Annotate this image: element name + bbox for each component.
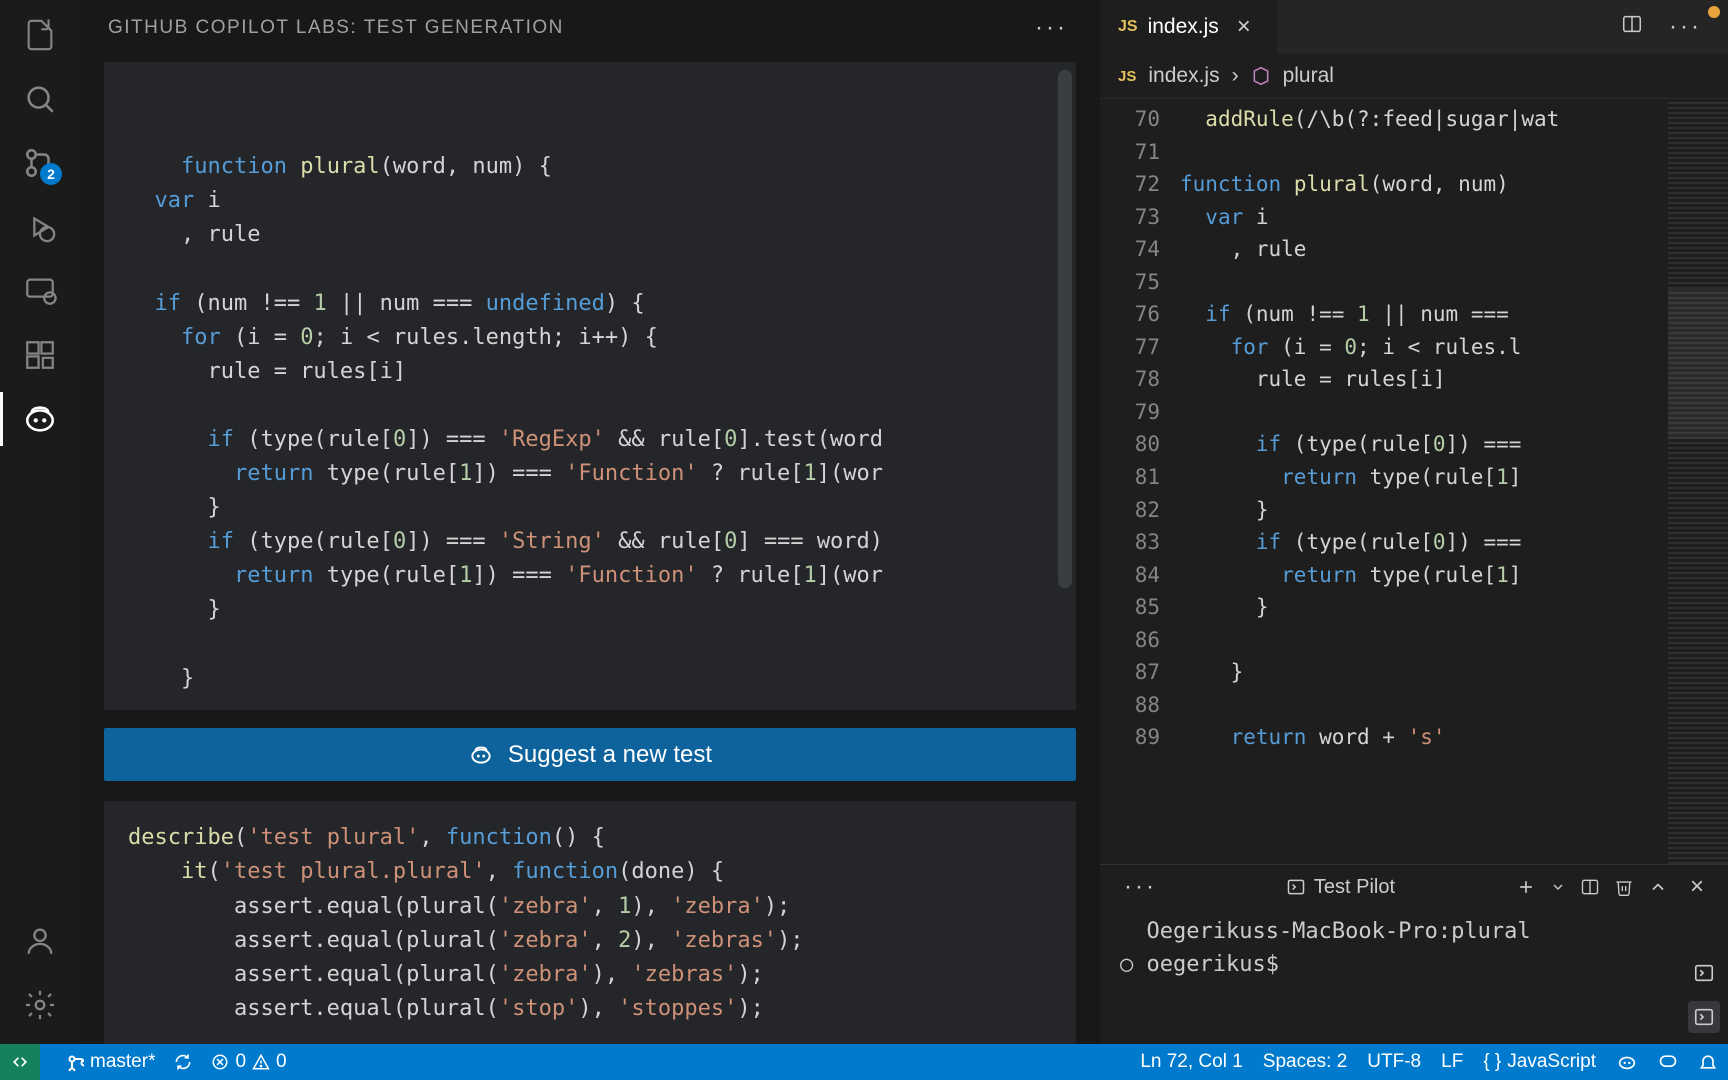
- terminal-side: [1680, 909, 1728, 1044]
- copilot-status-icon[interactable]: [1616, 1051, 1638, 1073]
- warnings-count: 0: [276, 1051, 287, 1073]
- symbol-icon: [1251, 66, 1271, 86]
- tab-filename: index.js: [1148, 15, 1219, 39]
- search-icon[interactable]: [21, 80, 59, 118]
- minimap[interactable]: [1668, 99, 1728, 864]
- settings-icon[interactable]: [21, 986, 59, 1024]
- git-branch[interactable]: master*: [66, 1051, 155, 1073]
- braces-icon: { }: [1483, 1051, 1501, 1073]
- terminal-title[interactable]: Test Pilot: [1314, 876, 1395, 899]
- debug-icon[interactable]: [21, 208, 59, 246]
- scm-icon[interactable]: 2: [21, 144, 59, 182]
- terminal-more-icon[interactable]: ···: [1116, 873, 1165, 901]
- account-icon[interactable]: [21, 922, 59, 960]
- breadcrumb-symbol[interactable]: plural: [1283, 64, 1334, 88]
- tab-close-icon[interactable]: ×: [1229, 13, 1259, 41]
- remote-explorer-icon[interactable]: [21, 272, 59, 310]
- terminal-instance-icon[interactable]: [1688, 957, 1720, 989]
- split-terminal-icon[interactable]: [1580, 877, 1600, 897]
- problems[interactable]: 0 0: [211, 1051, 286, 1073]
- terminal-panel: ··· Test Pilot × Oegerikuss-MacBook-Pro:…: [1100, 864, 1728, 1044]
- copilot-panel: GITHUB COPILOT LABS: TEST GENERATION ···…: [80, 0, 1100, 1044]
- split-editor-icon[interactable]: [1621, 13, 1643, 41]
- terminal-header: ··· Test Pilot ×: [1100, 865, 1728, 909]
- line-gutter: 70 71 72 73 74 75 76 77 78 79 80 81 82 8…: [1100, 99, 1180, 864]
- js-file-icon: JS: [1118, 18, 1138, 36]
- status-bar: master* 0 0 Ln 72, Col 1 Spaces: 2 UTF-8…: [0, 1044, 1728, 1080]
- panel-more-icon[interactable]: ···: [1027, 14, 1076, 42]
- explorer-icon[interactable]: [21, 16, 59, 54]
- errors-count: 0: [235, 1051, 246, 1073]
- copilot-labs-icon[interactable]: [21, 400, 59, 438]
- chevron-down-icon[interactable]: [1550, 879, 1566, 895]
- tab-index-js[interactable]: JS index.js ×: [1100, 0, 1277, 54]
- terminal-new-icon[interactable]: [1516, 877, 1536, 897]
- eol-status[interactable]: LF: [1441, 1051, 1463, 1073]
- language-mode[interactable]: { } JavaScript: [1483, 1051, 1596, 1073]
- scm-badge: 2: [40, 163, 62, 185]
- sync-icon[interactable]: [173, 1052, 193, 1072]
- maximize-icon[interactable]: [1648, 877, 1668, 897]
- breadcrumb-file[interactable]: index.js: [1148, 64, 1219, 88]
- editor-group: JS index.js × ··· JS index.js › plural 7…: [1100, 0, 1728, 1044]
- js-file-icon: JS: [1118, 68, 1136, 85]
- window-modified-dot: [1708, 6, 1720, 18]
- close-panel-icon[interactable]: ×: [1682, 873, 1712, 901]
- editor-code[interactable]: addRule(/\b(?:feed|sugar|wat function pl…: [1180, 99, 1668, 864]
- feedback-icon[interactable]: [1658, 1052, 1678, 1072]
- notifications-icon[interactable]: [1698, 1052, 1718, 1072]
- editor-body[interactable]: 70 71 72 73 74 75 76 77 78 79 80 81 82 8…: [1100, 99, 1728, 864]
- cursor-position[interactable]: Ln 72, Col 1: [1140, 1051, 1242, 1073]
- editor-tabs: JS index.js × ···: [1100, 0, 1728, 54]
- branch-name: master*: [90, 1051, 155, 1073]
- terminal-body[interactable]: Oegerikuss-MacBook-Pro:plural ○ oegeriku…: [1100, 909, 1680, 1044]
- terminal-instance-icon[interactable]: [1688, 1001, 1720, 1033]
- source-snippet[interactable]: function plural(word, num) { var i , rul…: [104, 62, 1076, 710]
- breadcrumb[interactable]: JS index.js › plural: [1100, 54, 1728, 99]
- scrollbar[interactable]: [1058, 70, 1072, 588]
- terminal-icon: [1286, 877, 1306, 897]
- extensions-icon[interactable]: [21, 336, 59, 374]
- remote-indicator[interactable]: [0, 1044, 40, 1080]
- minimap-slider[interactable]: [1668, 289, 1728, 439]
- chevron-right-icon: ›: [1232, 64, 1239, 88]
- suggest-test-button[interactable]: Suggest a new test: [104, 728, 1076, 781]
- activity-bar: 2: [0, 0, 80, 1044]
- indent-status[interactable]: Spaces: 2: [1263, 1051, 1348, 1073]
- encoding-status[interactable]: UTF-8: [1367, 1051, 1421, 1073]
- test-snippet[interactable]: describe('test plural', function() { it(…: [104, 801, 1076, 1044]
- panel-header: GITHUB COPILOT LABS: TEST GENERATION ···: [80, 0, 1100, 56]
- editor-more-icon[interactable]: ···: [1661, 13, 1710, 41]
- panel-title: GITHUB COPILOT LABS: TEST GENERATION: [108, 17, 564, 39]
- suggest-test-label: Suggest a new test: [508, 741, 712, 769]
- trash-icon[interactable]: [1614, 877, 1634, 897]
